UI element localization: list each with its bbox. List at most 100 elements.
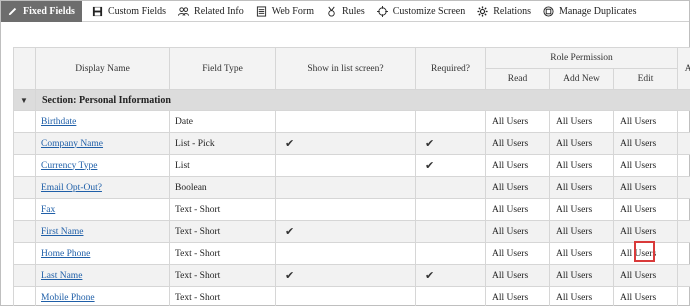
field-name-link[interactable]: Fax — [41, 205, 55, 215]
show-in-list-cell — [275, 154, 416, 177]
show-in-list-cell — [275, 198, 416, 221]
field-name-cell: Email Opt-Out? — [35, 176, 170, 199]
collapse-toggle[interactable]: ▼ — [13, 89, 36, 111]
required-cell — [415, 286, 486, 306]
edit-permission-cell: All Users — [612, 286, 679, 306]
pencil-icon — [8, 7, 17, 15]
field-name-cell: Fax — [35, 198, 170, 221]
field-name-cell: Currency Type — [35, 154, 170, 177]
row-spacer — [13, 286, 36, 306]
tab-rules[interactable]: Rules — [320, 1, 371, 22]
toolbar: Fixed Fields Custom Fields Related Info … — [1, 0, 689, 22]
row-spacer — [13, 264, 36, 287]
read-permission-cell: All Users — [485, 176, 550, 199]
table-row: Last Name Text - Short ✔ ✔ All Users All User… — [13, 264, 690, 287]
read-permission-cell: All Users — [485, 132, 550, 155]
add-new-permission-cell: All Users — [549, 198, 614, 221]
field-type-cell: Text - Short — [169, 286, 276, 306]
table-row: Mobile Phone Text - Short All Users All Use… — [13, 286, 690, 306]
tab-label: Rules — [341, 5, 365, 17]
section-header-row[interactable]: ▼ Section: Personal Information — [13, 89, 690, 111]
header-read: Read — [485, 68, 550, 90]
tab-related-info[interactable]: Related Info — [172, 1, 250, 22]
actions-cell — [677, 286, 690, 306]
table-row: Company Name List - Pick ✔ ✔ All Users All Us… — [13, 132, 690, 155]
edit-permission-cell: All Users — [612, 198, 679, 221]
field-name-link[interactable]: Email Opt-Out? — [41, 183, 102, 193]
read-permission-cell: All Users — [485, 220, 550, 243]
required-cell — [415, 198, 486, 221]
header-role-permission: Role Permission — [484, 47, 679, 69]
required-cell: ✔ — [415, 154, 486, 177]
row-spacer — [13, 220, 36, 243]
row-spacer — [13, 198, 36, 221]
header-actions: Actions — [677, 47, 690, 90]
section-title: Section: Personal Information — [34, 89, 690, 111]
add-new-permission-cell: All Users — [549, 110, 614, 133]
header-show-in-list: Show in list screen? — [275, 47, 416, 90]
show-in-list-cell: ✔ — [275, 264, 416, 287]
read-permission-cell: All Users — [485, 264, 550, 287]
read-permission-cell: All Users — [485, 154, 550, 177]
required-cell — [415, 220, 486, 243]
field-name-cell: Company Name — [35, 132, 170, 155]
actions-cell — [677, 110, 690, 133]
table-row: Fax Text - Short All Users All Users All Use… — [13, 198, 690, 221]
read-permission-cell: All Users — [485, 286, 550, 306]
actions-cell — [677, 154, 690, 177]
show-in-list-cell — [275, 176, 416, 199]
add-new-permission-cell: All Users — [549, 242, 614, 265]
add-new-permission-cell: All Users — [549, 132, 614, 155]
edit-permission-cell: All Users — [612, 220, 679, 243]
table-row: Email Opt-Out? Boolean All Users All Users A… — [13, 176, 690, 199]
tab-label: Manage Duplicates — [559, 5, 637, 17]
header-add-new: Add New — [549, 68, 614, 90]
tab-custom-fields[interactable]: Custom Fields — [86, 1, 172, 22]
header-display-name: Display Name — [35, 47, 170, 90]
check-icon: ✔ — [285, 269, 295, 282]
field-name-link[interactable]: Last Name — [41, 271, 82, 281]
disk-icon — [92, 6, 103, 16]
actions-cell — [677, 242, 690, 265]
field-name-link[interactable]: First Name — [41, 227, 83, 237]
check-icon: ✔ — [285, 137, 295, 150]
copy-icon — [543, 5, 554, 17]
show-in-list-cell — [275, 242, 416, 265]
header-field-type: Field Type — [169, 47, 276, 90]
check-icon: ✔ — [285, 225, 295, 238]
field-type-cell: Date — [169, 110, 276, 133]
field-name-cell: Home Phone — [35, 242, 170, 265]
tab-label: Custom Fields — [107, 5, 167, 17]
field-type-cell: List — [169, 154, 276, 177]
add-new-permission-cell: All Users — [549, 154, 614, 177]
actions-cell — [677, 198, 690, 221]
field-name-link[interactable]: Mobile Phone — [41, 293, 95, 303]
field-name-link[interactable]: Currency Type — [41, 161, 97, 171]
field-type-cell: Text - Short — [169, 198, 276, 221]
tab-fixed-fields[interactable]: Fixed Fields — [1, 0, 82, 22]
row-spacer — [13, 242, 36, 265]
add-new-permission-cell: All Users — [549, 220, 614, 243]
target-icon — [376, 5, 388, 17]
show-in-list-cell — [275, 286, 416, 306]
field-name-link[interactable]: Company Name — [41, 139, 103, 149]
show-in-list-cell: ✔ — [275, 220, 416, 243]
check-icon: ✔ — [425, 159, 435, 172]
row-spacer — [13, 154, 36, 177]
tab-label: Fixed Fields — [23, 5, 75, 17]
tab-label: Related Info — [194, 5, 244, 17]
rules-icon — [328, 6, 335, 17]
tab-relations[interactable]: Relations — [471, 1, 537, 22]
tab-customize-screen[interactable]: Customize Screen — [371, 1, 471, 22]
chevron-down-icon[interactable]: ▼ — [14, 96, 28, 105]
row-spacer — [13, 176, 36, 199]
tab-web-form[interactable]: Web Form — [250, 1, 320, 22]
table-row: First Name Text - Short ✔ All Users All User… — [13, 220, 690, 243]
field-name-link[interactable]: Home Phone — [41, 249, 90, 259]
tab-manage-duplicates[interactable]: Manage Duplicates — [537, 1, 642, 22]
field-name-link[interactable]: Birthdate — [41, 117, 76, 127]
expand-column-header — [13, 47, 36, 90]
check-icon: ✔ — [425, 269, 435, 282]
edit-permission-cell: All Users — [612, 264, 679, 287]
add-new-permission-cell: All Users — [549, 176, 614, 199]
